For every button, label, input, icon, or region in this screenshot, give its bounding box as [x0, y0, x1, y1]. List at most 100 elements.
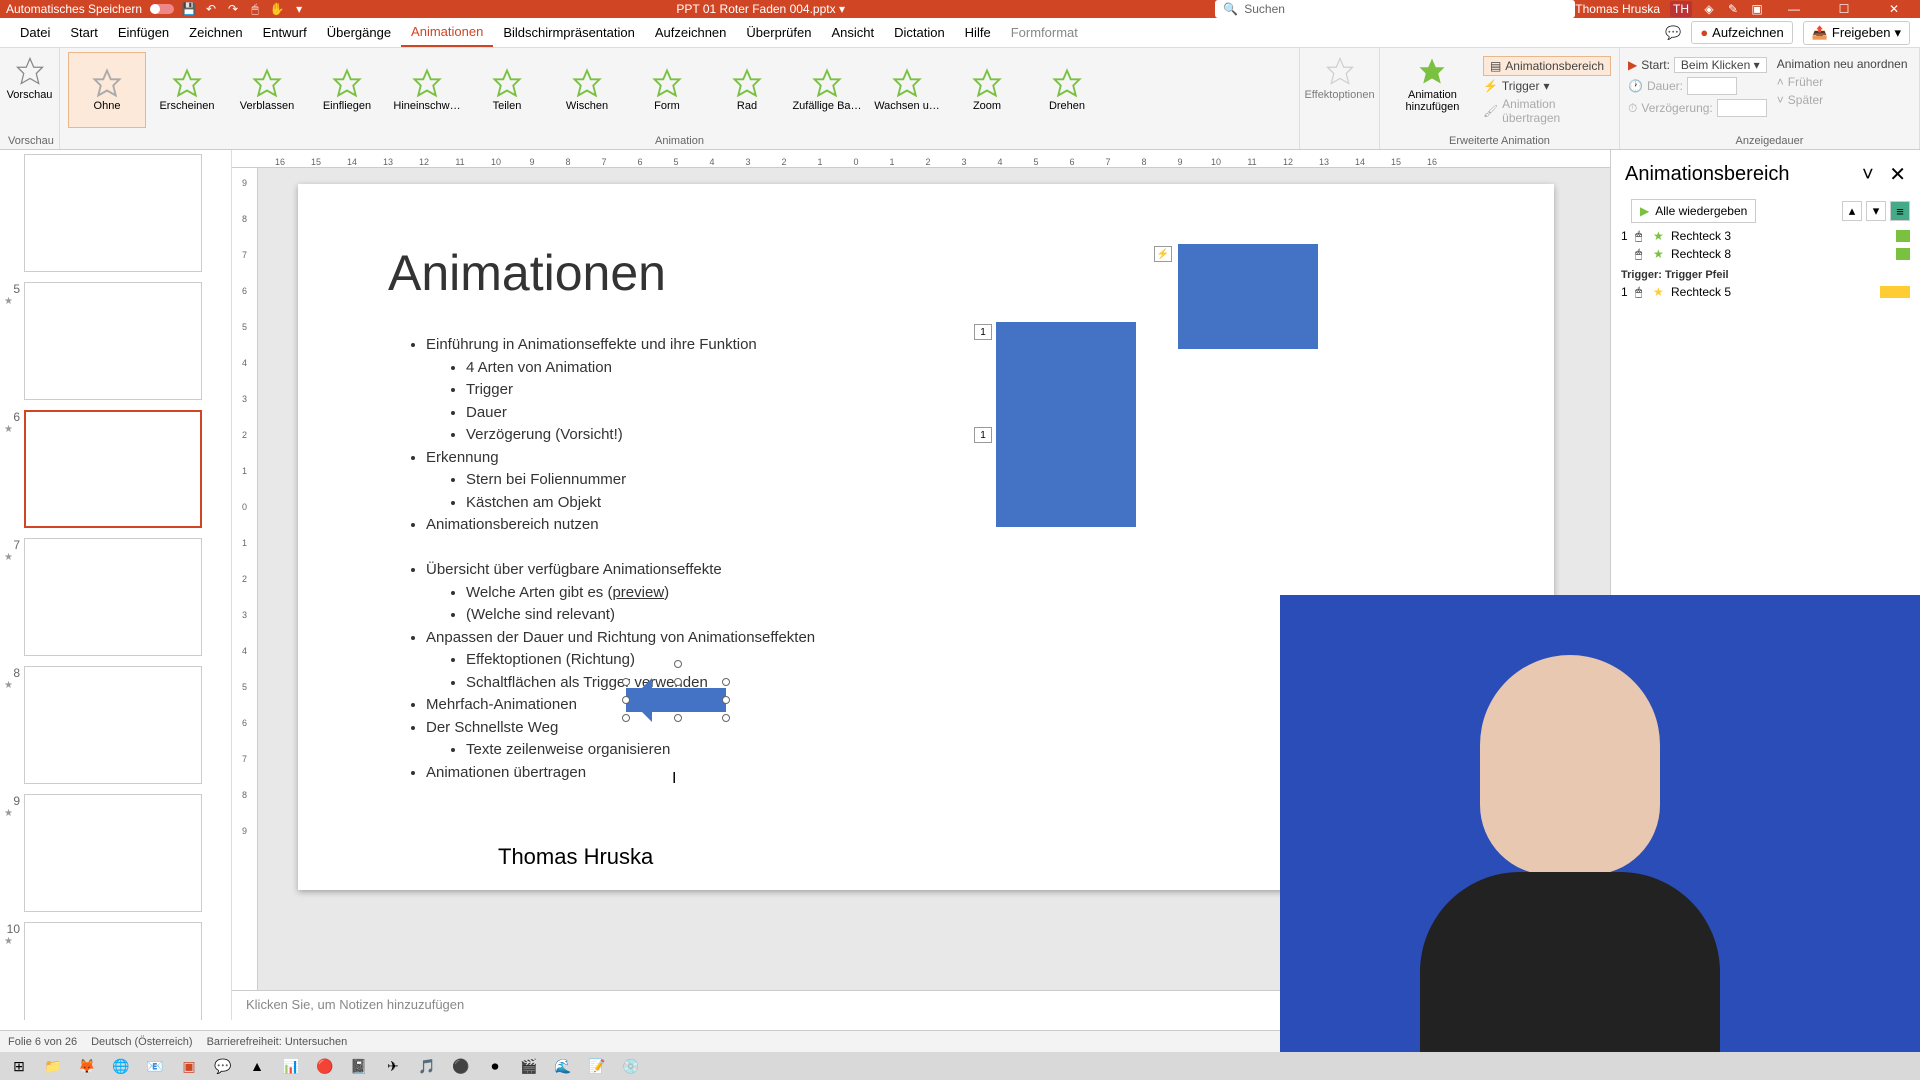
tab-ueberpruefen[interactable]: Überprüfen [736, 19, 821, 46]
delay-spinner[interactable] [1717, 99, 1767, 117]
rectangle-8[interactable] [1178, 244, 1318, 349]
anim-zufällige ba…[interactable]: Zufällige Ba… [788, 52, 866, 128]
powerpoint-icon[interactable]: ▣ [174, 1054, 204, 1078]
chevron-down-icon[interactable]: ▾ [839, 2, 845, 16]
touch-icon[interactable]: ✋ [270, 2, 284, 16]
record-button[interactable]: ●Aufzeichnen [1691, 21, 1792, 44]
animation-pane-button[interactable]: ▤Animationsbereich [1483, 56, 1611, 76]
tab-zeichnen[interactable]: Zeichnen [179, 19, 252, 46]
thumbnail-7[interactable] [24, 538, 202, 656]
move-up-icon[interactable]: ▴ [1842, 201, 1862, 221]
obs-icon[interactable]: ⚫ [446, 1054, 476, 1078]
move-earlier-button[interactable]: ˄Früher [1777, 74, 1908, 90]
tab-formformat[interactable]: Formformat [1001, 19, 1088, 46]
vlc-icon[interactable]: ▲ [242, 1054, 272, 1078]
start-icon[interactable]: ⊞ [4, 1054, 34, 1078]
animation-painter-button[interactable]: 🖌Animation übertragen [1483, 96, 1611, 126]
preview-button[interactable]: Vorschau [8, 52, 51, 105]
thumbnail-6[interactable] [24, 410, 202, 528]
thumbnail-5[interactable] [24, 282, 202, 400]
tab-datei[interactable]: Datei [10, 19, 60, 46]
window-icon[interactable]: ▣ [1750, 2, 1764, 16]
slide-thumbnails[interactable]: 5★6★7★8★9★10★11★ [0, 150, 232, 1020]
user-avatar[interactable]: TH [1670, 1, 1692, 17]
tab-dictation[interactable]: Dictation [884, 19, 955, 46]
effect-options-button[interactable]: Effektoptionen [1308, 52, 1371, 105]
app5-icon[interactable]: ⏺ [480, 1054, 510, 1078]
app8-icon[interactable]: 💿 [616, 1054, 646, 1078]
move-down-icon[interactable]: ▾ [1866, 201, 1886, 221]
trigger-button[interactable]: ⚡Trigger ▾ [1483, 78, 1611, 94]
tab-start[interactable]: Start [60, 19, 107, 46]
app-icon[interactable]: 💬 [208, 1054, 238, 1078]
anim-item[interactable]: 1🖱★Rechteck 3 [1611, 227, 1920, 245]
slide-author[interactable]: Thomas Hruska [498, 844, 653, 870]
tab-ansicht[interactable]: Ansicht [821, 19, 884, 46]
dropdown-icon[interactable]: ▾ [292, 2, 306, 16]
telegram-icon[interactable]: ✈ [378, 1054, 408, 1078]
anim-item[interactable]: 🖱★Rechteck 8 [1611, 245, 1920, 263]
add-animation-button[interactable]: Animation hinzufügen [1388, 52, 1477, 126]
file-name[interactable]: PPT 01 Roter Faden 004.pptx [676, 2, 835, 16]
share-button[interactable]: 📤Freigeben ▾ [1803, 21, 1910, 45]
rectangle-5[interactable] [996, 427, 1136, 527]
anim-wischen[interactable]: Wischen [548, 52, 626, 128]
anim-zoom[interactable]: Zoom [948, 52, 1026, 128]
app6-icon[interactable]: 🎬 [514, 1054, 544, 1078]
anim-einfliegen[interactable]: Einfliegen [308, 52, 386, 128]
tab-aufzeichnen[interactable]: Aufzeichnen [645, 19, 737, 46]
tab-entwurf[interactable]: Entwurf [253, 19, 317, 46]
anim-drehen[interactable]: Drehen [1028, 52, 1106, 128]
pencil-icon[interactable]: ✎ [1726, 2, 1740, 16]
save-icon[interactable]: 💾 [182, 2, 196, 16]
accessibility-label[interactable]: Barrierefreiheit: Untersuchen [207, 1036, 348, 1048]
anim-tag-1b[interactable]: 1 [974, 427, 992, 443]
move-later-button[interactable]: ˅Später [1777, 92, 1908, 108]
anim-form[interactable]: Form [628, 52, 706, 128]
tab-uebergaenge[interactable]: Übergänge [317, 19, 401, 46]
redo-icon[interactable]: ↷ [226, 2, 240, 16]
slide-counter[interactable]: Folie 6 von 26 [8, 1036, 77, 1048]
app7-icon[interactable]: 📝 [582, 1054, 612, 1078]
anim-ohne[interactable]: Ohne [68, 52, 146, 128]
maximize-button[interactable]: ☐ [1824, 0, 1864, 18]
search-box[interactable]: 🔍 Suchen [1215, 0, 1575, 18]
tab-bildschirm[interactable]: Bildschirmpräsentation [493, 19, 645, 46]
slide-title[interactable]: Animationen [388, 244, 666, 302]
outlook-icon[interactable]: 📧 [140, 1054, 170, 1078]
anim-verblassen[interactable]: Verblassen [228, 52, 306, 128]
anim-tag-lightning[interactable]: ⚡ [1154, 246, 1172, 262]
duration-spinner[interactable] [1687, 77, 1737, 95]
chevron-down-icon[interactable]: ˅ [1862, 164, 1874, 186]
anim-teilen[interactable]: Teilen [468, 52, 546, 128]
anim-rad[interactable]: Rad [708, 52, 786, 128]
start-dropdown[interactable]: Beim Klicken ▾ [1674, 57, 1767, 73]
onenote-icon[interactable]: 📓 [344, 1054, 374, 1078]
timeline-icon[interactable]: ≡ [1890, 201, 1910, 221]
app3-icon[interactable]: 🔴 [310, 1054, 340, 1078]
autosave-toggle[interactable] [150, 4, 174, 14]
tab-einfuegen[interactable]: Einfügen [108, 19, 179, 46]
thumbnail-[interactable] [24, 154, 202, 272]
anim-hineinschw…[interactable]: Hineinschw… [388, 52, 466, 128]
app2-icon[interactable]: 📊 [276, 1054, 306, 1078]
close-button[interactable]: ✕ [1874, 0, 1914, 18]
thumbnail-8[interactable] [24, 666, 202, 784]
comments-icon[interactable]: 💬 [1665, 25, 1681, 41]
close-pane-icon[interactable]: ✕ [1889, 164, 1906, 186]
arrow-shape-selected[interactable]: I [626, 682, 726, 718]
mouse-icon[interactable]: 🖱 [248, 2, 262, 16]
rectangle-3[interactable] [996, 322, 1136, 427]
anim-erscheinen[interactable]: Erscheinen [148, 52, 226, 128]
app4-icon[interactable]: 🎵 [412, 1054, 442, 1078]
thumbnail-9[interactable] [24, 794, 202, 912]
language-label[interactable]: Deutsch (Österreich) [91, 1036, 192, 1048]
firefox-icon[interactable]: 🦊 [72, 1054, 102, 1078]
anim-wachsen u…[interactable]: Wachsen u… [868, 52, 946, 128]
taskbar[interactable]: ⊞ 📁 🦊 🌐 📧 ▣ 💬 ▲ 📊 🔴 📓 ✈ 🎵 ⚫ ⏺ 🎬 🌊 📝 💿 [0, 1052, 1920, 1080]
play-all-button[interactable]: ▶Alle wiedergeben [1631, 199, 1756, 223]
anim-item[interactable]: 1🖱★Rechteck 5 [1611, 283, 1920, 301]
thumbnail-10[interactable] [24, 922, 202, 1020]
explorer-icon[interactable]: 📁 [38, 1054, 68, 1078]
tab-hilfe[interactable]: Hilfe [955, 19, 1001, 46]
